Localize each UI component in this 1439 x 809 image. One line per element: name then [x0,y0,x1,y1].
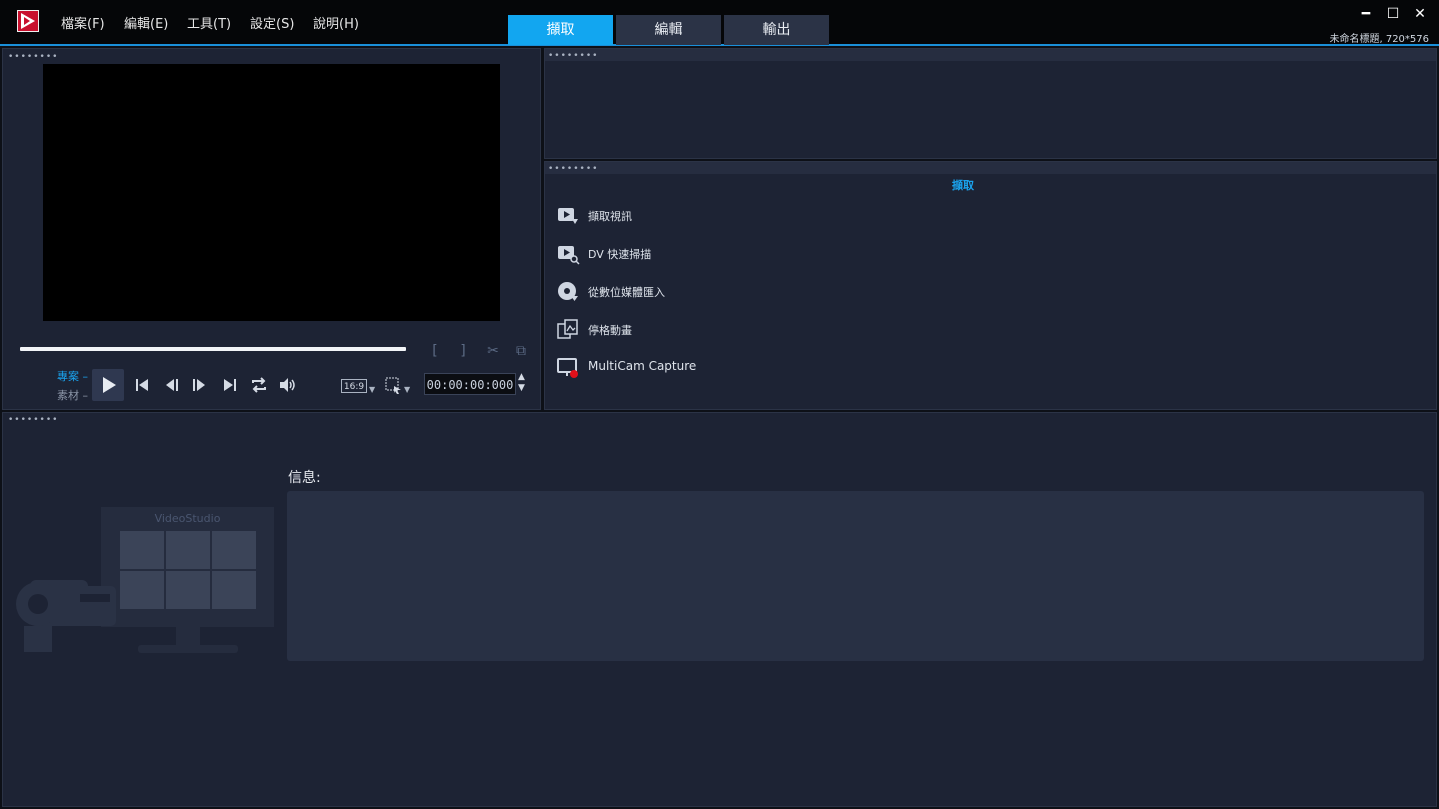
aspect-ratio-button[interactable]: 16:9 [341,379,367,393]
monitor-stand [176,627,200,645]
split-scissors-icon[interactable]: ✂ [484,343,502,359]
panel-grip[interactable]: •••••••• [548,52,598,61]
menu-help[interactable]: 說明(H) [313,13,359,32]
tab-edit[interactable]: 編輯 [616,15,721,45]
tab-share[interactable]: 輸出 [724,15,829,45]
app-logo-icon [17,10,39,32]
selection-cursor-icon [385,377,401,394]
capture-video-label: 擷取視訊 [588,210,632,223]
maximize-button[interactable]: ☐ [1383,6,1403,22]
mode-clip[interactable]: 素材 – [57,387,88,403]
info-label: 信息: [288,470,321,486]
balloon-icon [166,571,210,609]
stop-motion-label: 停格動畫 [588,324,632,337]
import-disc-icon [558,282,578,301]
timecode-stepper[interactable]: ▲ ▼ [518,372,525,394]
speaker-icon [280,378,295,392]
multicam-capture-icon [557,358,578,378]
beach-icon [212,531,256,569]
mode-clip-label: 素材 [57,389,79,402]
panel-grip[interactable]: •••••••• [8,53,58,62]
menu-tools[interactable]: 工具(T) [187,13,231,32]
capture-heading: 擷取 [952,179,974,192]
close-button[interactable]: ✕ [1410,6,1430,22]
dv-quick-scan-label: DV 快速掃描 [588,248,652,261]
chevron-down-icon: ▼ [404,385,411,394]
library-panel-header [545,49,1436,61]
library-panel [544,48,1437,159]
menu-edit[interactable]: 編輯(E) [124,13,168,32]
play-icon [103,377,116,393]
repeat-button[interactable] [249,375,269,399]
repeat-icon [252,377,266,393]
illustration-title: VideoStudio [154,512,221,525]
panel-grip[interactable]: •••••••• [548,165,598,174]
stop-motion-icon [557,319,578,339]
capture-video-icon [558,208,578,224]
menu-settings[interactable]: 設定(S) [250,13,294,32]
enlarge-preview-icon[interactable]: ⧉ [512,343,530,359]
skip-start-icon [136,379,148,391]
mode-project[interactable]: 專案 – [57,368,88,384]
camcorder-icon [16,580,116,652]
tab-capture[interactable]: 擷取 [508,15,613,45]
mark-in-button[interactable]: [ [428,343,442,359]
project-info: 未命名標題, 720*576 [1329,34,1429,45]
capture-panel-header [545,162,1436,174]
panel-grip[interactable]: •••••••• [8,416,58,425]
info-text-area [287,491,1424,661]
next-frame-button[interactable] [190,376,208,398]
previous-frame-button[interactable] [163,376,181,398]
volume-button[interactable] [277,375,297,399]
car-icon [166,531,210,569]
home-button[interactable] [133,376,151,398]
multicam-capture-label: MultiCam Capture [588,359,697,373]
preview-window [43,64,500,321]
mark-out-button[interactable]: ] [456,343,470,359]
chevron-down-icon: ▼ [369,385,376,394]
scrubber-bar[interactable] [20,347,406,351]
monitor-base [138,645,238,653]
runner-icon [120,571,164,609]
end-button[interactable] [221,376,239,398]
mode-project-label: 專案 [57,370,79,383]
bicycle-icon [120,531,164,569]
skier-icon [212,571,256,609]
menu-file[interactable]: 檔案(F) [61,13,105,32]
selection-mode-button[interactable] [385,377,403,399]
next-frame-icon [193,379,205,391]
dv-scan-icon [558,246,580,265]
timecode-field[interactable]: 00:00:00:000 [424,373,516,395]
minimize-button[interactable]: ━ [1356,6,1376,22]
play-button[interactable] [92,369,124,401]
previous-frame-icon [166,379,178,391]
import-digital-media-label: 從數位媒體匯入 [588,286,665,299]
skip-end-icon [224,379,236,391]
